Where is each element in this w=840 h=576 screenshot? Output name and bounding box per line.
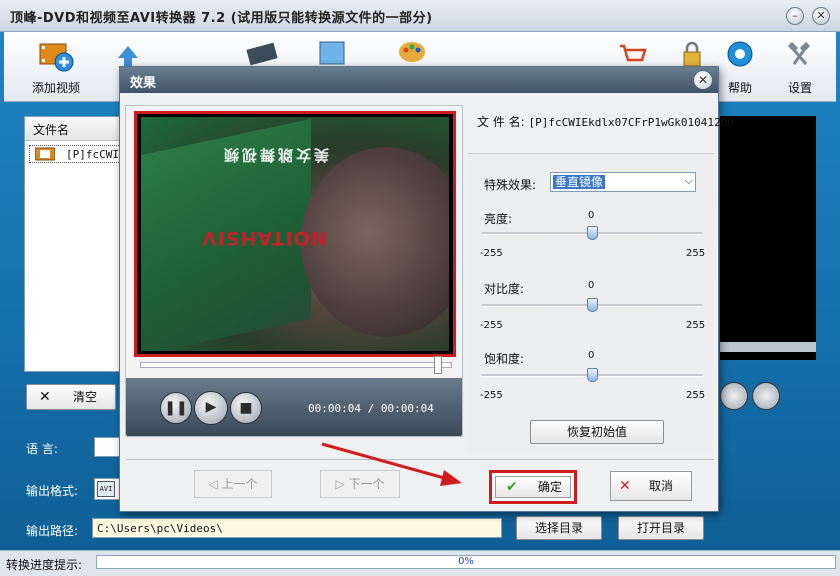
annotation-arrow xyxy=(321,442,462,486)
